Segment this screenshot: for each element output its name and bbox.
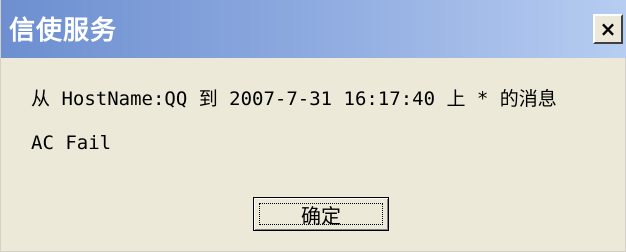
close-button[interactable]: × — [593, 14, 623, 44]
message-header: 从 HostName:QQ 到 2007-7-31 16:17:40 上 * 的… — [31, 88, 557, 110]
messenger-dialog: 信使服务 × 从 HostName:QQ 到 2007-7-31 16:17:4… — [0, 0, 626, 252]
ok-button[interactable]: 确定 — [253, 197, 389, 231]
ok-button-label: 确定 — [301, 203, 341, 228]
title-bar: 信使服务 × — [1, 0, 626, 58]
window-title: 信使服务 — [9, 16, 118, 46]
close-icon: × — [599, 17, 617, 41]
message-body: AC Fail — [31, 132, 112, 154]
